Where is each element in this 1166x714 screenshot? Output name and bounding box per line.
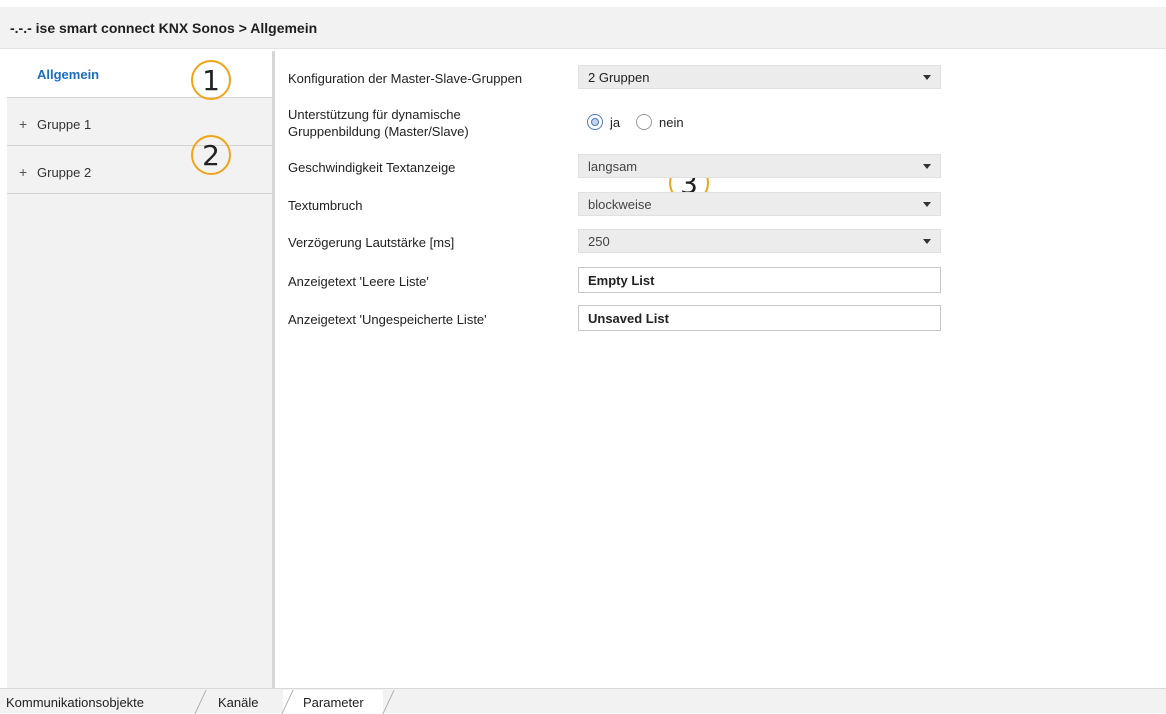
expand-plus-icon[interactable]: +: [19, 116, 27, 132]
master-slave-label: Konfiguration der Master-Slave-Gruppen: [288, 71, 523, 86]
sidebar-splitter[interactable]: [272, 51, 275, 688]
sidebar-item-gruppe-1[interactable]: + Gruppe 1: [7, 99, 272, 146]
tab-separator: [194, 690, 207, 714]
sidebar-item-label: Gruppe 1: [37, 117, 92, 132]
sidebar: Allgemein + Gruppe 1 + Gruppe 2: [7, 51, 272, 688]
dynamic-groups-label-line2: Gruppenbildung (Master/Slave): [288, 124, 469, 139]
unsaved-list-text-input[interactable]: Unsaved List: [578, 305, 941, 331]
radio-nein[interactable]: [636, 114, 652, 130]
input-value: Empty List: [588, 273, 655, 288]
radio-ja[interactable]: [587, 114, 603, 130]
sidebar-item-label: Gruppe 2: [37, 165, 92, 180]
master-slave-select[interactable]: 2 Gruppen: [578, 65, 941, 89]
expand-plus-icon[interactable]: +: [19, 164, 27, 180]
tab-kommunikationsobjekte[interactable]: Kommunikationsobjekte: [6, 695, 144, 710]
volume-delay-select[interactable]: 250: [578, 229, 941, 253]
dropdown-arrow-icon: [923, 202, 931, 207]
window-title: -.-.- ise smart connect KNX Sonos > Allg…: [10, 20, 318, 36]
select-value: 2 Gruppen: [588, 70, 650, 85]
annotation-marker-1: 1: [191, 60, 231, 100]
dynamic-groups-label-line1: Unterstützung für dynamische: [288, 107, 461, 122]
dropdown-arrow-icon: [923, 75, 931, 80]
text-wrap-select[interactable]: blockweise: [578, 192, 941, 216]
input-value: Unsaved List: [588, 311, 669, 326]
sidebar-item-allgemein[interactable]: Allgemein: [7, 51, 272, 98]
dropdown-arrow-icon: [923, 239, 931, 244]
radio-ja-label[interactable]: ja: [610, 115, 620, 130]
text-speed-label: Geschwindigkeit Textanzeige: [288, 160, 456, 175]
bottom-tab-bar: Kommunikationsobjekte Kanäle Parameter: [0, 688, 1166, 714]
volume-delay-label: Verzögerung Lautstärke [ms]: [288, 235, 455, 250]
tab-parameter[interactable]: Parameter: [303, 695, 364, 710]
radio-nein-label[interactable]: nein: [659, 115, 684, 130]
unsaved-list-label: Anzeigetext 'Ungespeicherte Liste': [288, 312, 487, 327]
text-speed-select[interactable]: langsam: [578, 154, 941, 178]
tab-separator: [382, 690, 395, 714]
select-value: blockweise: [588, 197, 652, 212]
empty-list-label: Anzeigetext 'Leere Liste': [288, 274, 429, 289]
text-wrap-label: Textumbruch: [288, 198, 363, 213]
annotation-marker-2: 2: [191, 135, 231, 175]
sidebar-item-label: Allgemein: [37, 67, 100, 82]
title-bar: -.-.- ise smart connect KNX Sonos > Allg…: [0, 7, 1166, 49]
select-value: langsam: [588, 159, 638, 174]
tab-kanaele[interactable]: Kanäle: [218, 695, 258, 710]
empty-list-text-input[interactable]: Empty List: [578, 267, 941, 293]
dropdown-arrow-icon: [923, 164, 931, 169]
sidebar-item-gruppe-2[interactable]: + Gruppe 2: [7, 147, 272, 194]
select-value: 250: [588, 234, 610, 249]
